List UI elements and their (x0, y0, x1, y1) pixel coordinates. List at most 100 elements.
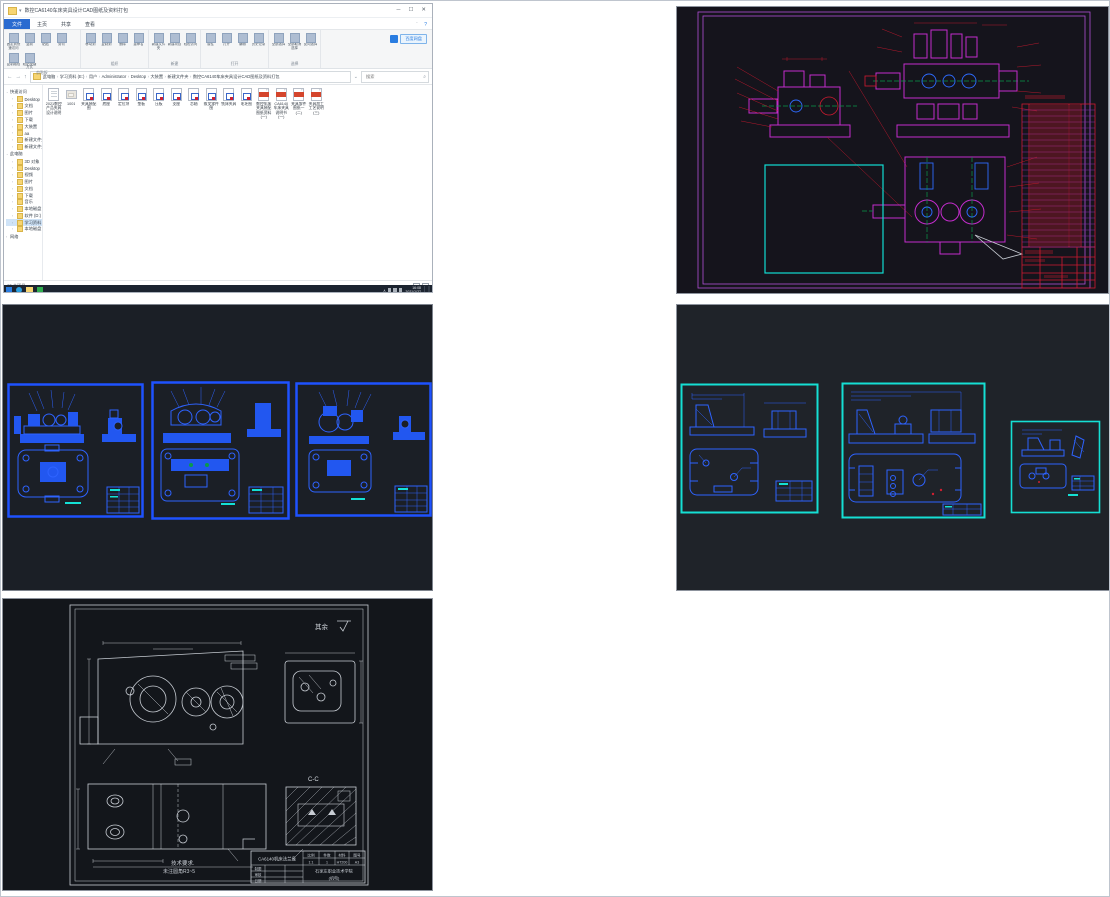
ribbon-button[interactable]: 新建项目 (167, 32, 182, 51)
file-item[interactable]: 铣床夹具 (220, 88, 238, 120)
ribbon-button[interactable]: 反向选择 (303, 32, 318, 51)
sidebar-item[interactable]: › 下载 (6, 192, 42, 199)
chevron-icon: › (12, 193, 14, 198)
sidebar-item[interactable]: › 下载 (6, 116, 42, 123)
explorer-titlebar: ▾ 数控CA6140车床夹具设计CAD图纸及资料打包 ─ ☐ ✕ (4, 4, 432, 18)
close-button[interactable]: ✕ (421, 4, 426, 17)
file-item[interactable]: 1001 (63, 88, 81, 120)
search-box[interactable]: ⌕ (361, 70, 429, 83)
quick-access-toolbar-icon[interactable]: ▾ (19, 8, 22, 14)
file-icon (240, 88, 252, 101)
breadcrumb-segment[interactable]: 用户 › (89, 74, 102, 80)
ribbon-button[interactable]: 打开 (219, 32, 234, 47)
cad-app-taskbar-icon[interactable] (37, 287, 43, 292)
help-icon[interactable]: ? (424, 22, 427, 29)
address-dropdown-icon[interactable]: ⌄ (354, 74, 358, 80)
sidebar-section-quick-access[interactable]: ⌄ 快速访问 (6, 89, 42, 95)
ribbon-button[interactable]: 复制 (22, 32, 37, 51)
sidebar-item[interactable]: › 软件 (D:) (6, 212, 42, 220)
file-item[interactable]: 拨叉零件图 (203, 88, 221, 120)
file-item[interactable]: 夹具零件图纸一(二) (290, 88, 308, 120)
file-item[interactable]: CA6140车床夹具说明书(一) (273, 88, 291, 120)
file-item[interactable]: 底座 (98, 88, 116, 120)
tab-share[interactable]: 共享 (54, 19, 78, 29)
tab-home[interactable]: 主页 (30, 19, 54, 29)
sidebar-item[interactable]: › Desktop (6, 165, 42, 172)
search-input[interactable] (364, 73, 424, 80)
netdisk-promo-button[interactable]: 百度网盘 (400, 34, 427, 44)
sidebar-item[interactable]: › 图片 (6, 109, 42, 117)
ribbon-button[interactable]: 粘贴 (38, 32, 53, 51)
sidebar-section-network[interactable]: › 网络 (6, 234, 42, 240)
ribbon-button[interactable]: 删除 (115, 32, 130, 47)
file-item[interactable]: 支座 (168, 88, 186, 120)
sidebar-item[interactable]: › 3D 对象 (6, 158, 42, 165)
netdisk-promo[interactable]: 百度网盘 (390, 34, 427, 44)
breadcrumb-segment[interactable]: Administrator › (102, 74, 131, 80)
breadcrumb-segment[interactable]: Desktop › (131, 74, 151, 80)
tab-view[interactable]: 查看 (78, 19, 102, 29)
show-desktop-button[interactable] (428, 286, 430, 292)
ribbon-button[interactable]: 重命名 (131, 32, 146, 47)
tray-icons[interactable]: ∧ (383, 288, 403, 292)
sidebar-item[interactable]: ›新建文件夹 (6, 137, 42, 144)
svg-text:比例: 比例 (307, 853, 315, 858)
navigation-pane: ⌄快速访问 ›Desktop›文档›图片›下载›大装置›aa›新建文件夹›新建文… (4, 85, 43, 280)
minimize-button[interactable]: ─ (397, 4, 401, 17)
sidebar-item[interactable]: › 音乐 (6, 199, 42, 206)
file-item[interactable]: 数控车床夹具装配图纸资料(一) (255, 88, 273, 120)
folder-icon (16, 206, 23, 213)
ribbon-button[interactable]: 全部选择 (271, 32, 286, 51)
ribbon-button[interactable]: 复制到 (99, 32, 114, 47)
sidebar-section-this-pc[interactable]: ⌄ 此电脑 (6, 151, 42, 157)
file-item[interactable]: 夹具装配图 (80, 88, 98, 120)
breadcrumb-segment[interactable]: 大装置 › (150, 74, 167, 80)
file-item[interactable]: 定位块 (115, 88, 133, 120)
sidebar-item[interactable]: ›本地磁盘 (F:) (6, 226, 42, 233)
file-item[interactable]: 芯轴 (185, 88, 203, 120)
sidebar-item[interactable]: › aa (6, 130, 42, 137)
svg-text:图号: 图号 (353, 853, 361, 858)
start-button[interactable] (6, 287, 12, 292)
chevron-icon: › (12, 124, 14, 129)
ribbon-button[interactable]: 粘贴快捷方式 (22, 52, 37, 71)
ribbon-button[interactable]: 剪切 (54, 32, 69, 51)
file-icon (205, 88, 217, 101)
file-list-area: 2021数控产品夹具设计说明 1001 夹具装配图 底座 定位块 垫板 压板 支… (43, 85, 432, 280)
breadcrumb-segment[interactable]: 数控CA6140车床夹具设计CAD图纸及资料打包› (193, 74, 280, 80)
collapse-ribbon-icon[interactable]: ＾ (414, 22, 419, 29)
ribbon-button[interactable]: 编辑 (235, 32, 250, 47)
taskbar-clock[interactable]: 16:08 2021/1/27 (405, 286, 425, 292)
sidebar-item[interactable]: › Desktop (6, 96, 42, 103)
sidebar-item[interactable]: ›本地磁盘 (C:) (6, 206, 42, 213)
sidebar-item[interactable]: ›新建文件夹 (2) (6, 143, 42, 150)
tab-file[interactable]: 文件 (4, 19, 31, 29)
sidebar-item[interactable]: › 视频 (6, 172, 42, 179)
surface-finish-note: 其余 (315, 620, 351, 632)
sidebar-item[interactable]: › 大装置 (6, 123, 42, 130)
explorer-window: ▾ 数控CA6140车床夹具设计CAD图纸及资料打包 ─ ☐ ✕ 文件 主页 共… (4, 4, 432, 289)
file-item[interactable]: 2021数控产品夹具设计说明 (45, 88, 63, 120)
chevron-icon: › (12, 117, 14, 122)
breadcrumb-segment[interactable]: 新建文件夹 › (167, 74, 192, 80)
file-item[interactable]: 毛坯图 (238, 88, 256, 120)
file-icon (310, 88, 322, 101)
file-icon (223, 88, 235, 101)
ribbon-button[interactable]: 轻松访问 (183, 32, 198, 51)
ribbon-button[interactable]: 属性 (203, 32, 218, 47)
file-item[interactable]: 夹具加工工艺说明(三) (308, 88, 326, 120)
ribbon-button[interactable]: 全部取消选择 (287, 32, 302, 51)
maximize-button[interactable]: ☐ (408, 4, 413, 17)
sidebar-item[interactable]: › 图片 (6, 178, 42, 186)
ribbon-button[interactable]: 历史记录 (251, 32, 266, 47)
ribbon-button[interactable]: 复制路径 (6, 52, 21, 71)
file-item[interactable]: 压板 (150, 88, 168, 120)
ribbon-button[interactable]: 固定到快速访问 (6, 32, 21, 51)
sidebar-item[interactable]: › 文档 (6, 103, 42, 110)
sidebar-item[interactable]: › 文档 (6, 185, 42, 192)
ribbon-button[interactable]: 移动到 (83, 32, 98, 47)
ribbon-button[interactable]: 新建文件夹 (151, 32, 166, 51)
file-item[interactable]: 垫板 (133, 88, 151, 120)
file-explorer-taskbar-icon[interactable] (26, 286, 33, 292)
edge-icon[interactable] (16, 287, 22, 292)
